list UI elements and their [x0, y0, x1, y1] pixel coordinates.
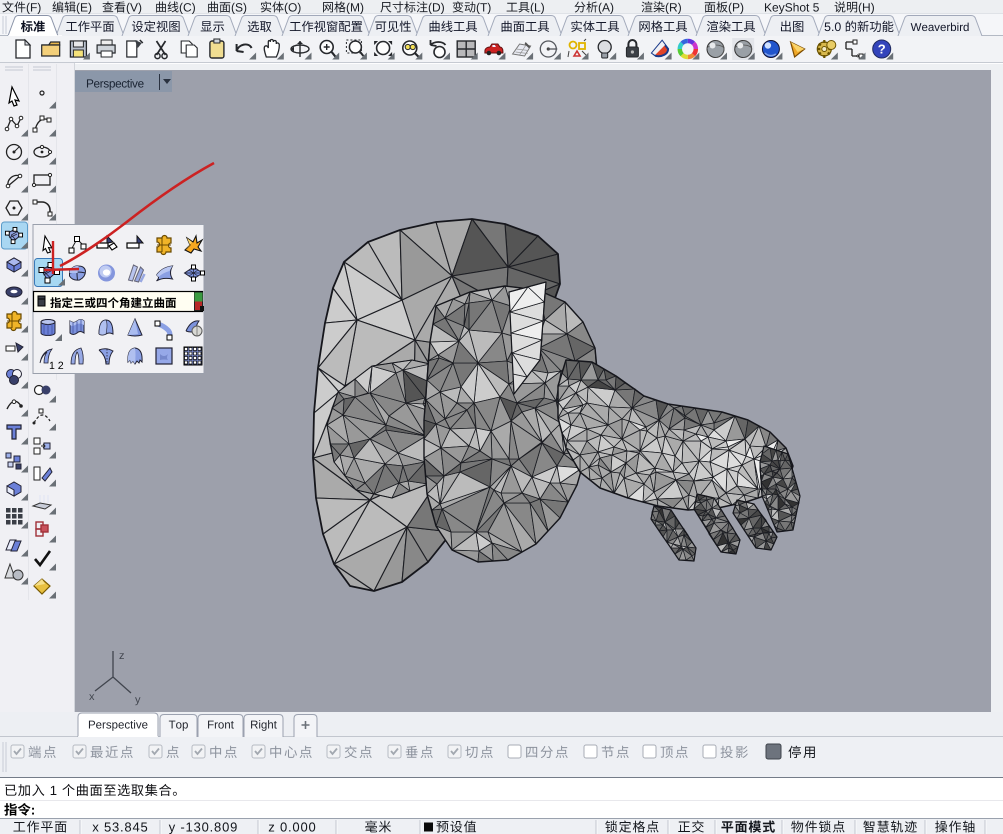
svg-text:?: ? — [878, 42, 886, 57]
